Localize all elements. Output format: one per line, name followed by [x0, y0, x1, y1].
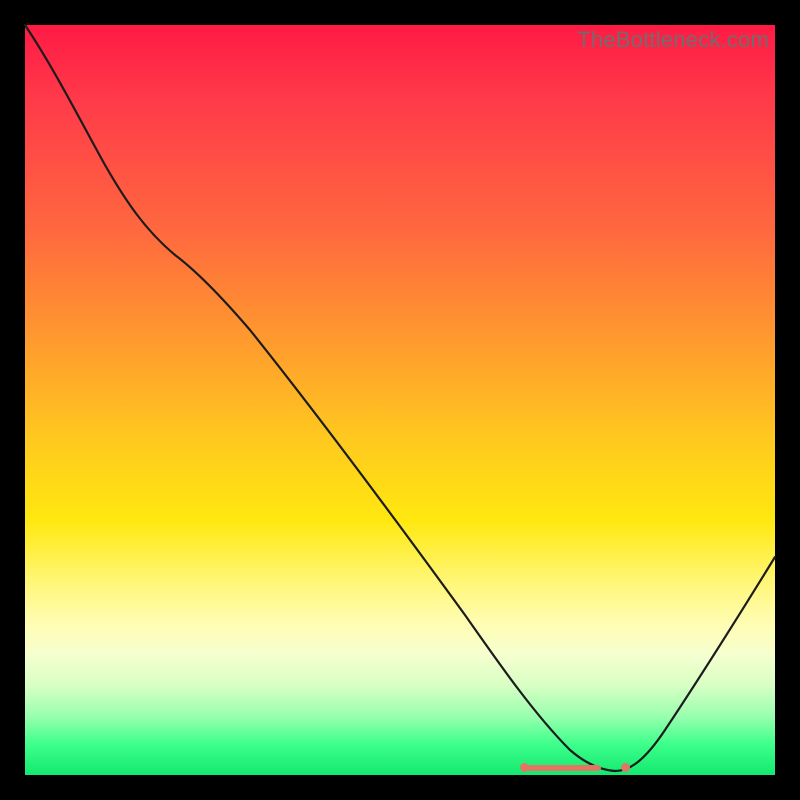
optimal-point-marker — [621, 763, 630, 772]
bottleneck-curve — [25, 25, 775, 775]
optimal-range-marker — [523, 765, 601, 771]
chart-frame: TheBottleneck.com — [25, 25, 775, 775]
optimal-range-start-dot — [520, 763, 529, 772]
watermark-text: TheBottleneck.com — [577, 27, 769, 53]
bottleneck-curve-path — [25, 25, 775, 771]
